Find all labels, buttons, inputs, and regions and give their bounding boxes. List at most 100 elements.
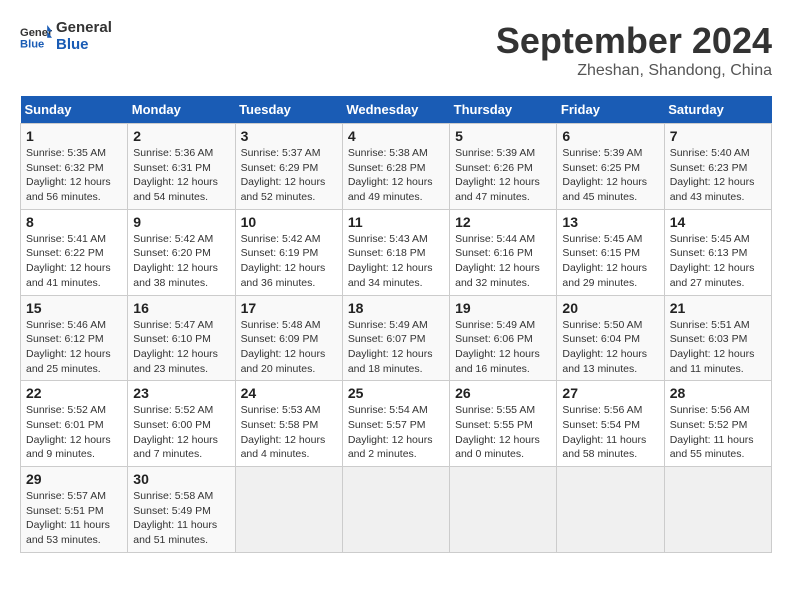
day-number: 13 [562,214,658,230]
calendar-cell: 22 Sunrise: 5:52 AM Sunset: 6:01 PM Dayli… [21,381,128,467]
calendar-header-row: SundayMondayTuesdayWednesdayThursdayFrid… [21,96,772,124]
day-info: Sunrise: 5:46 AM Sunset: 6:12 PM Dayligh… [26,318,122,377]
col-sunday: Sunday [21,96,128,124]
day-number: 24 [241,385,337,401]
day-number: 3 [241,128,337,144]
day-number: 27 [562,385,658,401]
week-row-4: 22 Sunrise: 5:52 AM Sunset: 6:01 PM Dayli… [21,381,772,467]
day-info: Sunrise: 5:42 AM Sunset: 6:20 PM Dayligh… [133,232,229,291]
day-info: Sunrise: 5:49 AM Sunset: 6:06 PM Dayligh… [455,318,551,377]
calendar-cell: 12Sunrise: 5:44 AM Sunset: 6:16 PM Dayli… [450,209,557,295]
day-info: Sunrise: 5:36 AM Sunset: 6:31 PM Dayligh… [133,146,229,205]
col-saturday: Saturday [664,96,771,124]
day-info: Sunrise: 5:42 AM Sunset: 6:19 PM Dayligh… [241,232,337,291]
calendar-cell: 5 Sunrise: 5:39 AM Sunset: 6:26 PM Daylig… [450,124,557,210]
calendar-cell: 10 Sunrise: 5:42 AM Sunset: 6:19 PM Dayli… [235,209,342,295]
day-info: Sunrise: 5:45 AM Sunset: 6:15 PM Dayligh… [562,232,658,291]
day-number: 11 [348,214,444,230]
col-wednesday: Wednesday [342,96,449,124]
day-number: 26 [455,385,551,401]
day-number: 2 [133,128,229,144]
day-number: 7 [670,128,766,144]
week-row-3: 15 Sunrise: 5:46 AM Sunset: 6:12 PM Dayli… [21,295,772,381]
title-area: September 2024 Zheshan, Shandong, China [496,20,772,80]
day-info: Sunrise: 5:39 AM Sunset: 6:26 PM Dayligh… [455,146,551,205]
day-info: Sunrise: 5:35 AM Sunset: 6:32 PM Dayligh… [26,146,122,205]
day-number: 30 [133,471,229,487]
calendar-cell: 25Sunrise: 5:54 AM Sunset: 5:57 PM Dayli… [342,381,449,467]
calendar-cell [450,467,557,553]
calendar-cell: 15 Sunrise: 5:46 AM Sunset: 6:12 PM Dayli… [21,295,128,381]
calendar-cell: 7 Sunrise: 5:40 AM Sunset: 6:23 PM Daylig… [664,124,771,210]
day-number: 19 [455,300,551,316]
day-number: 10 [241,214,337,230]
calendar-cell: 4Sunrise: 5:38 AM Sunset: 6:28 PM Daylig… [342,124,449,210]
day-info: Sunrise: 5:56 AM Sunset: 5:52 PM Dayligh… [670,403,766,462]
day-info: Sunrise: 5:53 AM Sunset: 5:58 PM Dayligh… [241,403,337,462]
calendar-cell: 18Sunrise: 5:49 AM Sunset: 6:07 PM Dayli… [342,295,449,381]
calendar-cell: 27 Sunrise: 5:56 AM Sunset: 5:54 PM Dayli… [557,381,664,467]
calendar-cell [235,467,342,553]
day-info: Sunrise: 5:38 AM Sunset: 6:28 PM Dayligh… [348,146,444,205]
day-number: 22 [26,385,122,401]
month-title: September 2024 [496,20,772,62]
logo-icon: General Blue [20,23,52,51]
day-number: 5 [455,128,551,144]
day-number: 20 [562,300,658,316]
day-number: 17 [241,300,337,316]
calendar-cell: 16 Sunrise: 5:47 AM Sunset: 6:10 PM Dayli… [128,295,235,381]
calendar-cell: 19 Sunrise: 5:49 AM Sunset: 6:06 PM Dayli… [450,295,557,381]
week-row-2: 8Sunrise: 5:41 AM Sunset: 6:22 PM Daylig… [21,209,772,295]
week-row-1: 1 Sunrise: 5:35 AM Sunset: 6:32 PM Daylig… [21,124,772,210]
col-friday: Friday [557,96,664,124]
day-number: 12 [455,214,551,230]
day-info: Sunrise: 5:55 AM Sunset: 5:55 PM Dayligh… [455,403,551,462]
calendar-cell: 23Sunrise: 5:52 AM Sunset: 6:00 PM Dayli… [128,381,235,467]
day-number: 25 [348,385,444,401]
calendar-cell: 17 Sunrise: 5:48 AM Sunset: 6:09 PM Dayli… [235,295,342,381]
day-number: 18 [348,300,444,316]
day-number: 21 [670,300,766,316]
calendar-cell: 9Sunrise: 5:42 AM Sunset: 6:20 PM Daylig… [128,209,235,295]
calendar-cell: 8Sunrise: 5:41 AM Sunset: 6:22 PM Daylig… [21,209,128,295]
calendar-cell: 26 Sunrise: 5:55 AM Sunset: 5:55 PM Dayli… [450,381,557,467]
calendar-cell: 28 Sunrise: 5:56 AM Sunset: 5:52 PM Dayli… [664,381,771,467]
calendar-cell [664,467,771,553]
day-info: Sunrise: 5:41 AM Sunset: 6:22 PM Dayligh… [26,232,122,291]
day-info: Sunrise: 5:45 AM Sunset: 6:13 PM Dayligh… [670,232,766,291]
day-number: 15 [26,300,122,316]
calendar-cell: 2 Sunrise: 5:36 AM Sunset: 6:31 PM Daylig… [128,124,235,210]
day-info: Sunrise: 5:47 AM Sunset: 6:10 PM Dayligh… [133,318,229,377]
day-info: Sunrise: 5:51 AM Sunset: 6:03 PM Dayligh… [670,318,766,377]
location-title: Zheshan, Shandong, China [496,62,772,80]
day-info: Sunrise: 5:39 AM Sunset: 6:25 PM Dayligh… [562,146,658,205]
calendar-cell: 3Sunrise: 5:37 AM Sunset: 6:29 PM Daylig… [235,124,342,210]
col-monday: Monday [128,96,235,124]
day-info: Sunrise: 5:43 AM Sunset: 6:18 PM Dayligh… [348,232,444,291]
calendar-cell: 1 Sunrise: 5:35 AM Sunset: 6:32 PM Daylig… [21,124,128,210]
day-info: Sunrise: 5:48 AM Sunset: 6:09 PM Dayligh… [241,318,337,377]
week-row-5: 29Sunrise: 5:57 AM Sunset: 5:51 PM Dayli… [21,467,772,553]
day-number: 23 [133,385,229,401]
day-info: Sunrise: 5:50 AM Sunset: 6:04 PM Dayligh… [562,318,658,377]
day-number: 16 [133,300,229,316]
day-info: Sunrise: 5:40 AM Sunset: 6:23 PM Dayligh… [670,146,766,205]
day-number: 28 [670,385,766,401]
calendar-cell: 30 Sunrise: 5:58 AM Sunset: 5:49 PM Dayli… [128,467,235,553]
day-info: Sunrise: 5:52 AM Sunset: 6:01 PM Dayligh… [26,403,122,462]
calendar-cell: 29Sunrise: 5:57 AM Sunset: 5:51 PM Dayli… [21,467,128,553]
col-thursday: Thursday [450,96,557,124]
day-info: Sunrise: 5:56 AM Sunset: 5:54 PM Dayligh… [562,403,658,462]
day-number: 1 [26,128,122,144]
calendar-cell: 14 Sunrise: 5:45 AM Sunset: 6:13 PM Dayli… [664,209,771,295]
day-info: Sunrise: 5:58 AM Sunset: 5:49 PM Dayligh… [133,489,229,548]
calendar-cell [557,467,664,553]
day-number: 29 [26,471,122,487]
day-number: 14 [670,214,766,230]
calendar-cell: 13 Sunrise: 5:45 AM Sunset: 6:15 PM Dayli… [557,209,664,295]
calendar-cell: 6 Sunrise: 5:39 AM Sunset: 6:25 PM Daylig… [557,124,664,210]
calendar-cell [342,467,449,553]
logo-general: General [56,20,112,37]
day-number: 6 [562,128,658,144]
calendar-cell: 20 Sunrise: 5:50 AM Sunset: 6:04 PM Dayli… [557,295,664,381]
